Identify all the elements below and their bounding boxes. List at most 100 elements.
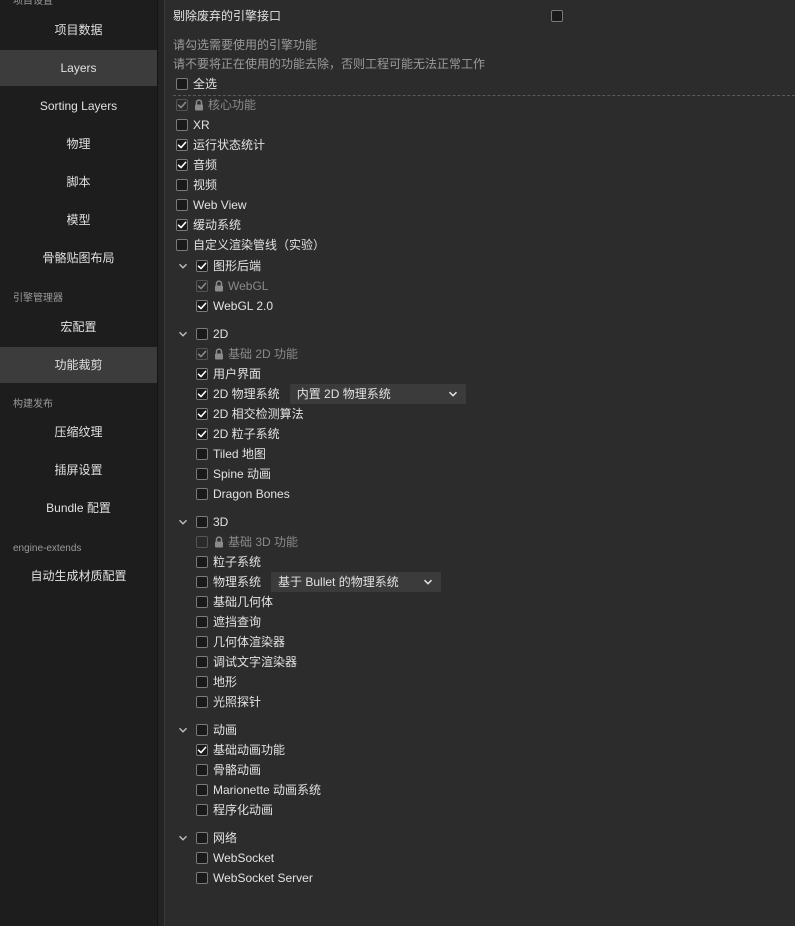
group-3-item-3-select[interactable]: 基于 Bullet 的物理系统 <box>271 572 442 592</box>
group-3-item-6-row[interactable]: 几何体渲染器 <box>196 633 285 651</box>
group-2-chevron-down-icon[interactable] <box>178 329 188 339</box>
group-2-item-6-row[interactable]: Tiled 地图 <box>196 445 266 463</box>
group-2-row[interactable]: 2D <box>196 325 228 343</box>
feature-2-row[interactable]: XR <box>176 116 210 134</box>
nav-item-auto-material-config[interactable]: 自动生成材质配置 <box>0 558 157 594</box>
feature-3-row[interactable]: 运行状态统计 <box>176 136 265 154</box>
feature-7-checkbox[interactable] <box>176 219 188 231</box>
nav-item-layers[interactable]: Layers <box>0 50 157 86</box>
nav-item-project-data[interactable]: 项目数据 <box>0 12 157 48</box>
group-2-item-4-row[interactable]: 2D 相交检测算法 <box>196 405 304 423</box>
group-3-item-1-row[interactable]: 基础 3D 功能 <box>196 533 298 551</box>
nav-item-feature-cropping[interactable]: 功能裁剪 <box>0 347 157 383</box>
group-2-item-5-checkbox[interactable] <box>196 428 208 440</box>
nav-item-splash-settings[interactable]: 插屏设置 <box>0 452 157 488</box>
group-5-item-2-row[interactable]: WebSocket Server <box>196 869 313 887</box>
group-4-item-2-row[interactable]: 骨骼动画 <box>196 761 261 779</box>
group-3-item-4-checkbox[interactable] <box>196 596 208 608</box>
group-3-item-3-row[interactable]: 物理系统 基于 Bullet 的物理系统 <box>196 572 442 592</box>
group-2-item-7-checkbox[interactable] <box>196 468 208 480</box>
feature-1-row[interactable]: 核心功能 <box>176 96 256 114</box>
group-2-item-8-label: Dragon Bones <box>213 487 290 501</box>
group-3-item-2-checkbox[interactable] <box>196 556 208 568</box>
group-2-checkbox[interactable] <box>196 328 208 340</box>
group-2-item-2-row[interactable]: 用户界面 <box>196 365 261 383</box>
group-5-item-1-row[interactable]: WebSocket <box>196 849 274 867</box>
group-3-item-5-checkbox[interactable] <box>196 616 208 628</box>
group-3-item-2-row[interactable]: 粒子系统 <box>196 553 261 571</box>
feature-7-row[interactable]: 缓动系统 <box>176 216 241 234</box>
feature-1-label: 核心功能 <box>208 98 257 112</box>
group-4-item-1-checkbox[interactable] <box>196 744 208 756</box>
nav-item-skeleton-texture-layout[interactable]: 骨骼贴图布局 <box>0 240 157 276</box>
group-3-item-9-checkbox[interactable] <box>196 696 208 708</box>
group-3-checkbox[interactable] <box>196 516 208 528</box>
group-3-item-7-checkbox[interactable] <box>196 656 208 668</box>
feature-3-checkbox[interactable] <box>176 139 188 151</box>
select-all-row[interactable]: 全选 <box>176 75 217 93</box>
group-2-item-7-row[interactable]: Spine 动画 <box>196 465 271 483</box>
group-1-checkbox[interactable] <box>196 260 208 272</box>
feature-8-row[interactable]: 自定义渲染管线（实验） <box>176 236 325 254</box>
group-3-item-7-row[interactable]: 调试文字渲染器 <box>196 653 297 671</box>
nav-item-sorting-layers[interactable]: Sorting Layers <box>0 88 157 124</box>
select-all-checkbox[interactable] <box>176 78 188 90</box>
group-2-item-6-checkbox[interactable] <box>196 448 208 460</box>
panel-splitter[interactable] <box>157 0 165 926</box>
group-3-item-8-checkbox[interactable] <box>196 676 208 688</box>
feature-6-row[interactable]: Web View <box>176 196 247 214</box>
group-3-item-9-row[interactable]: 光照探针 <box>196 693 261 711</box>
group-4-item-4-checkbox[interactable] <box>196 804 208 816</box>
feature-6-checkbox[interactable] <box>176 199 188 211</box>
feature-4-checkbox[interactable] <box>176 159 188 171</box>
nav-item-physics[interactable]: 物理 <box>0 126 157 162</box>
group-3-item-3-checkbox[interactable] <box>196 576 208 588</box>
group-4-chevron-down-icon[interactable] <box>178 725 188 735</box>
group-2-item-8-row[interactable]: Dragon Bones <box>196 485 290 503</box>
group-4-item-3-row[interactable]: Marionette 动画系统 <box>196 781 321 799</box>
group-1-row[interactable]: 图形后端 <box>196 257 261 275</box>
feature-5-row[interactable]: 视频 <box>176 176 217 194</box>
group-3-row[interactable]: 3D <box>196 513 228 531</box>
group-2-item-3-select[interactable]: 内置 2D 物理系统 <box>289 384 466 404</box>
group-2-item-8-checkbox[interactable] <box>196 488 208 500</box>
group-4-item-3-checkbox[interactable] <box>196 784 208 796</box>
feature-2-checkbox[interactable] <box>176 119 188 131</box>
nav-item-macro-config[interactable]: 宏配置 <box>0 309 157 345</box>
feature-5-checkbox[interactable] <box>176 179 188 191</box>
nav-item-scripts[interactable]: 脚本 <box>0 164 157 200</box>
nav-item-model[interactable]: 模型 <box>0 202 157 238</box>
nav-item-bundle-config[interactable]: Bundle 配置 <box>0 490 157 526</box>
group-4-checkbox[interactable] <box>196 724 208 736</box>
group-2-item-3-row[interactable]: 2D 物理系统 内置 2D 物理系统 <box>196 384 466 404</box>
group-4-item-2-checkbox[interactable] <box>196 764 208 776</box>
group-4-row[interactable]: 动画 <box>196 721 237 739</box>
group-1-item-1-row[interactable]: WebGL <box>196 277 268 295</box>
remove-deprecated-checkbox[interactable] <box>551 10 563 22</box>
group-5-item-2-checkbox[interactable] <box>196 872 208 884</box>
group-5-row[interactable]: 网络 <box>196 829 237 847</box>
feature-4-row[interactable]: 音频 <box>176 156 217 174</box>
group-4-item-4-row[interactable]: 程序化动画 <box>196 801 273 819</box>
group-3-item-5-row[interactable]: 遮挡查询 <box>196 613 261 631</box>
group-2-item-3-checkbox[interactable] <box>196 388 208 400</box>
group-2-item-4-checkbox[interactable] <box>196 408 208 420</box>
group-2-item-1-row[interactable]: 基础 2D 功能 <box>196 345 298 363</box>
group-5-checkbox[interactable] <box>196 832 208 844</box>
group-2-item-2-checkbox[interactable] <box>196 368 208 380</box>
feature-cropping-panel: 剔除废弃的引擎接口 请勾选需要使用的引擎功能 请不要将正在使用的功能去除，否则工… <box>165 0 795 926</box>
feature-8-checkbox[interactable] <box>176 239 188 251</box>
group-3-item-6-checkbox[interactable] <box>196 636 208 648</box>
group-1-item-2-checkbox[interactable] <box>196 300 208 312</box>
group-5-chevron-down-icon[interactable] <box>178 833 188 843</box>
group-1-chevron-down-icon[interactable] <box>178 261 188 271</box>
group-3-item-1-label: 基础 3D 功能 <box>228 535 299 549</box>
group-3-item-8-row[interactable]: 地形 <box>196 673 237 691</box>
group-1-item-2-row[interactable]: WebGL 2.0 <box>196 297 273 315</box>
group-3-item-4-row[interactable]: 基础几何体 <box>196 593 273 611</box>
group-3-chevron-down-icon[interactable] <box>178 517 188 527</box>
group-4-item-1-row[interactable]: 基础动画功能 <box>196 741 285 759</box>
nav-item-texture-compression[interactable]: 压缩纹理 <box>0 414 157 450</box>
group-2-item-5-row[interactable]: 2D 粒子系统 <box>196 425 280 443</box>
group-5-item-1-checkbox[interactable] <box>196 852 208 864</box>
